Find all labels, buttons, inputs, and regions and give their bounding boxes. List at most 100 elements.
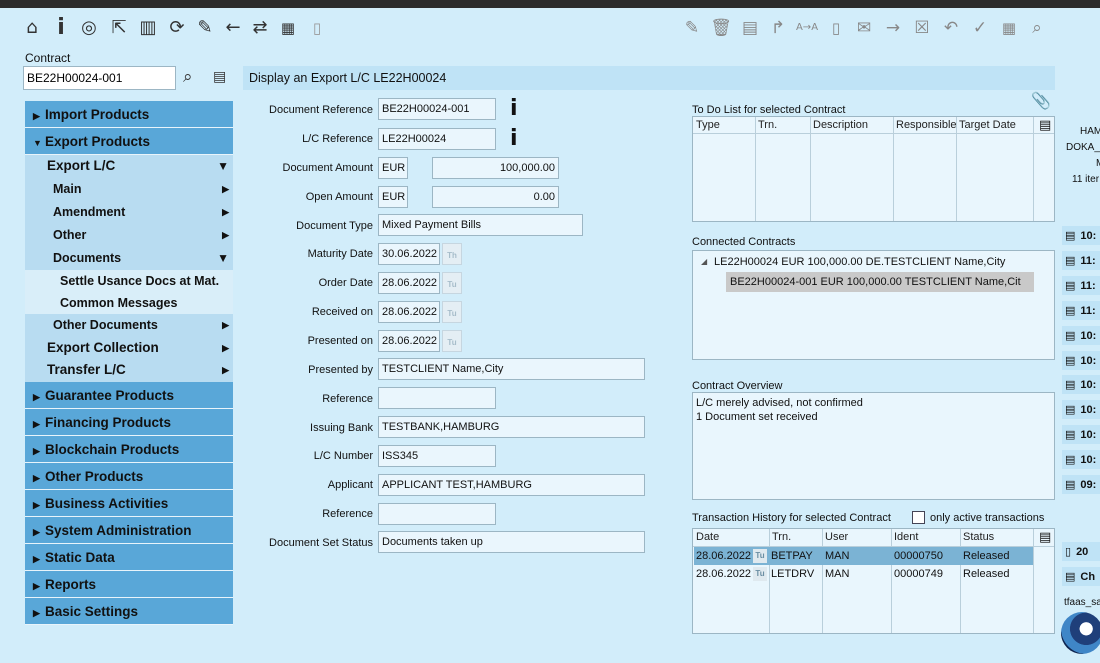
doc-amount-field[interactable]: 100,000.00 bbox=[432, 157, 559, 179]
calendar-icon[interactable]: Tu bbox=[753, 549, 767, 563]
calendar-icon[interactable]: Tu bbox=[442, 330, 462, 352]
attach-doc-icon[interactable]: ▤ bbox=[738, 15, 762, 41]
sidebar-item-other-documents[interactable]: Other Documents ▶ bbox=[25, 313, 233, 337]
presented-on-field[interactable]: 28.06.2022 bbox=[378, 330, 440, 352]
column-header[interactable]: Status bbox=[961, 529, 994, 546]
tree-node-parent[interactable]: LE22H00024 EUR 100,000.00 DE.TESTCLIENT … bbox=[714, 256, 1005, 268]
paperclip-icon[interactable]: 📎 bbox=[1031, 91, 1051, 110]
sidebar-item-reports[interactable]: ▶ Reports bbox=[25, 570, 233, 598]
history-item[interactable]: ▤ 10: bbox=[1062, 325, 1100, 345]
presented-by-field[interactable]: TESTCLIENT Name,City bbox=[378, 358, 645, 380]
sidebar-item-transfer-l-c[interactable]: Transfer L/C ▶ bbox=[25, 359, 233, 382]
calendar-icon[interactable]: ▦ bbox=[997, 15, 1021, 41]
export-icon[interactable]: ▤ bbox=[1039, 530, 1051, 545]
info-icon[interactable]: i bbox=[510, 126, 518, 151]
close-box-icon[interactable]: ☒ bbox=[910, 15, 934, 41]
reference-field[interactable] bbox=[378, 387, 496, 409]
mail-icon[interactable]: ✉ bbox=[852, 15, 876, 41]
sync-icon[interactable]: ⇄ bbox=[248, 15, 272, 41]
document-icon[interactable]: ▤ bbox=[213, 69, 226, 85]
home-icon[interactable]: ⌂ bbox=[20, 15, 44, 41]
tree-node-selected[interactable]: BE22H00024-001 EUR 100,000.00 TESTCLIENT… bbox=[726, 272, 1034, 292]
sidebar-item-amendment[interactable]: Amendment ▶ bbox=[25, 200, 233, 224]
lc-ref-field[interactable]: LE22H00024 bbox=[378, 128, 496, 150]
shortcut-icon[interactable]: ⇱ bbox=[107, 15, 131, 41]
table-row[interactable]: 28.06.2022 Tu LETDRV MAN 00000749 Releas… bbox=[694, 565, 1033, 583]
open-amount-currency[interactable]: EUR bbox=[378, 186, 408, 208]
calendar-icon[interactable]: Th bbox=[442, 243, 462, 265]
column-header[interactable]: Trn. bbox=[770, 529, 791, 546]
sidebar-item-blockchain-products[interactable]: ▶ Blockchain Products bbox=[25, 435, 233, 463]
calendar-icon[interactable]: Tu bbox=[442, 272, 462, 294]
column-header[interactable]: Responsible bbox=[894, 117, 957, 133]
sidebar-item-settle-usance-docs-at-mat[interactable]: Settle Usance Docs at Mat. bbox=[25, 269, 233, 292]
column-header[interactable]: Trn. bbox=[756, 117, 777, 133]
sidebar-item-business-activities[interactable]: ▶ Business Activities bbox=[25, 489, 233, 517]
doc-set-status-field[interactable]: Documents taken up bbox=[378, 531, 645, 553]
history-item[interactable]: ▤ 10: bbox=[1062, 226, 1100, 245]
chat-item[interactable]: ▤ Ch bbox=[1062, 567, 1100, 586]
target-icon[interactable]: ◎ bbox=[77, 15, 101, 41]
edit-icon[interactable]: ✎ bbox=[193, 15, 217, 41]
history-item[interactable]: ▤ 10: bbox=[1062, 400, 1100, 420]
info-box-icon[interactable]: ▯ bbox=[824, 15, 848, 41]
book-icon[interactable]: ▥ bbox=[136, 15, 160, 41]
history-item[interactable]: ▤ 09: bbox=[1062, 475, 1100, 494]
only-active-checkbox[interactable] bbox=[912, 511, 925, 524]
history-item[interactable]: ▤ 11: bbox=[1062, 250, 1100, 270]
sidebar-item-export-collection[interactable]: Export Collection ▶ bbox=[25, 336, 233, 359]
received-on-field[interactable]: 28.06.2022 bbox=[378, 301, 440, 323]
undo-icon[interactable]: ↶ bbox=[939, 15, 963, 41]
column-header[interactable]: User bbox=[823, 529, 848, 546]
sidebar-item-static-data[interactable]: ▶ Static Data bbox=[25, 543, 233, 571]
sidebar-item-common-messages[interactable]: Common Messages bbox=[25, 291, 233, 314]
sidebar-item-documents[interactable]: Documents ▼ bbox=[25, 246, 233, 270]
maturity-date-field[interactable]: 30.06.2022 bbox=[378, 243, 440, 265]
sidebar-item-export-products[interactable]: ▼ Export Products bbox=[25, 128, 233, 155]
sidebar-item-financing-products[interactable]: ▶ Financing Products bbox=[25, 408, 233, 436]
issuing-bank-field[interactable]: TESTBANK,HAMBURG bbox=[378, 416, 645, 438]
column-header[interactable]: Type bbox=[694, 117, 720, 133]
collapse-triangle-icon[interactable]: ◢ bbox=[701, 257, 707, 266]
sidebar-item-system-administration[interactable]: ▶ System Administration bbox=[25, 516, 233, 544]
translate-icon[interactable]: A→A bbox=[795, 15, 819, 41]
column-header[interactable]: Date bbox=[694, 529, 719, 546]
check-icon[interactable]: ✓ bbox=[968, 15, 992, 41]
notification-item[interactable]: ▯ 20 bbox=[1062, 542, 1100, 561]
history-item[interactable]: ▤ 11: bbox=[1062, 300, 1100, 320]
info-box-icon[interactable]: ▯ bbox=[305, 15, 329, 41]
edit-doc-icon[interactable]: ✎ bbox=[680, 15, 704, 41]
forward-icon[interactable]: ↱ bbox=[766, 15, 790, 41]
sidebar-item-import-products[interactable]: ▶ Import Products bbox=[25, 101, 233, 128]
search-icon[interactable]: ⌕ bbox=[183, 67, 193, 87]
table-row[interactable]: 28.06.2022 Tu BETPAY MAN 00000750 Releas… bbox=[694, 547, 1033, 565]
doc-amount-currency[interactable]: EUR bbox=[378, 157, 408, 179]
arrow-right-icon[interactable]: → bbox=[881, 15, 905, 41]
history-item[interactable]: ▤ 11: bbox=[1062, 275, 1100, 295]
sidebar-item-other-products[interactable]: ▶ Other Products bbox=[25, 462, 233, 490]
column-header[interactable]: Target Date bbox=[957, 117, 1016, 133]
calendar-icon[interactable]: Tu bbox=[442, 301, 462, 323]
search-icon[interactable]: ⌕ bbox=[1025, 15, 1049, 41]
sidebar-item-basic-settings[interactable]: ▶ Basic Settings bbox=[25, 597, 233, 625]
doc-ref-field[interactable]: BE22H00024-001 bbox=[378, 98, 496, 120]
export-icon[interactable]: ▤ bbox=[1039, 118, 1051, 133]
order-date-field[interactable]: 28.06.2022 bbox=[378, 272, 440, 294]
reference-field[interactable] bbox=[378, 503, 496, 525]
applicant-field[interactable]: APPLICANT TEST,HAMBURG bbox=[378, 474, 645, 496]
sidebar-item-main[interactable]: Main ▶ bbox=[25, 177, 233, 201]
sidebar-item-other[interactable]: Other ▶ bbox=[25, 223, 233, 247]
column-header[interactable]: Ident bbox=[892, 529, 918, 546]
column-header[interactable]: Description bbox=[811, 117, 868, 133]
calendar-icon[interactable]: ▦ bbox=[276, 15, 300, 41]
history-item[interactable]: ▤ 10: bbox=[1062, 375, 1100, 395]
info-icon[interactable]: i bbox=[49, 15, 73, 41]
contract-input[interactable] bbox=[23, 66, 176, 90]
sidebar-item-export-l-c[interactable]: Export L/C ▼ bbox=[25, 155, 233, 178]
history-item[interactable]: ▤ 10: bbox=[1062, 350, 1100, 370]
doc-type-field[interactable]: Mixed Payment Bills bbox=[378, 214, 583, 236]
sidebar-item-guarantee-products[interactable]: ▶ Guarantee Products bbox=[25, 381, 233, 409]
back-arrow-icon[interactable]: ← bbox=[221, 15, 245, 41]
history-item[interactable]: ▤ 10: bbox=[1062, 450, 1100, 470]
calendar-icon[interactable]: Tu bbox=[753, 567, 767, 581]
